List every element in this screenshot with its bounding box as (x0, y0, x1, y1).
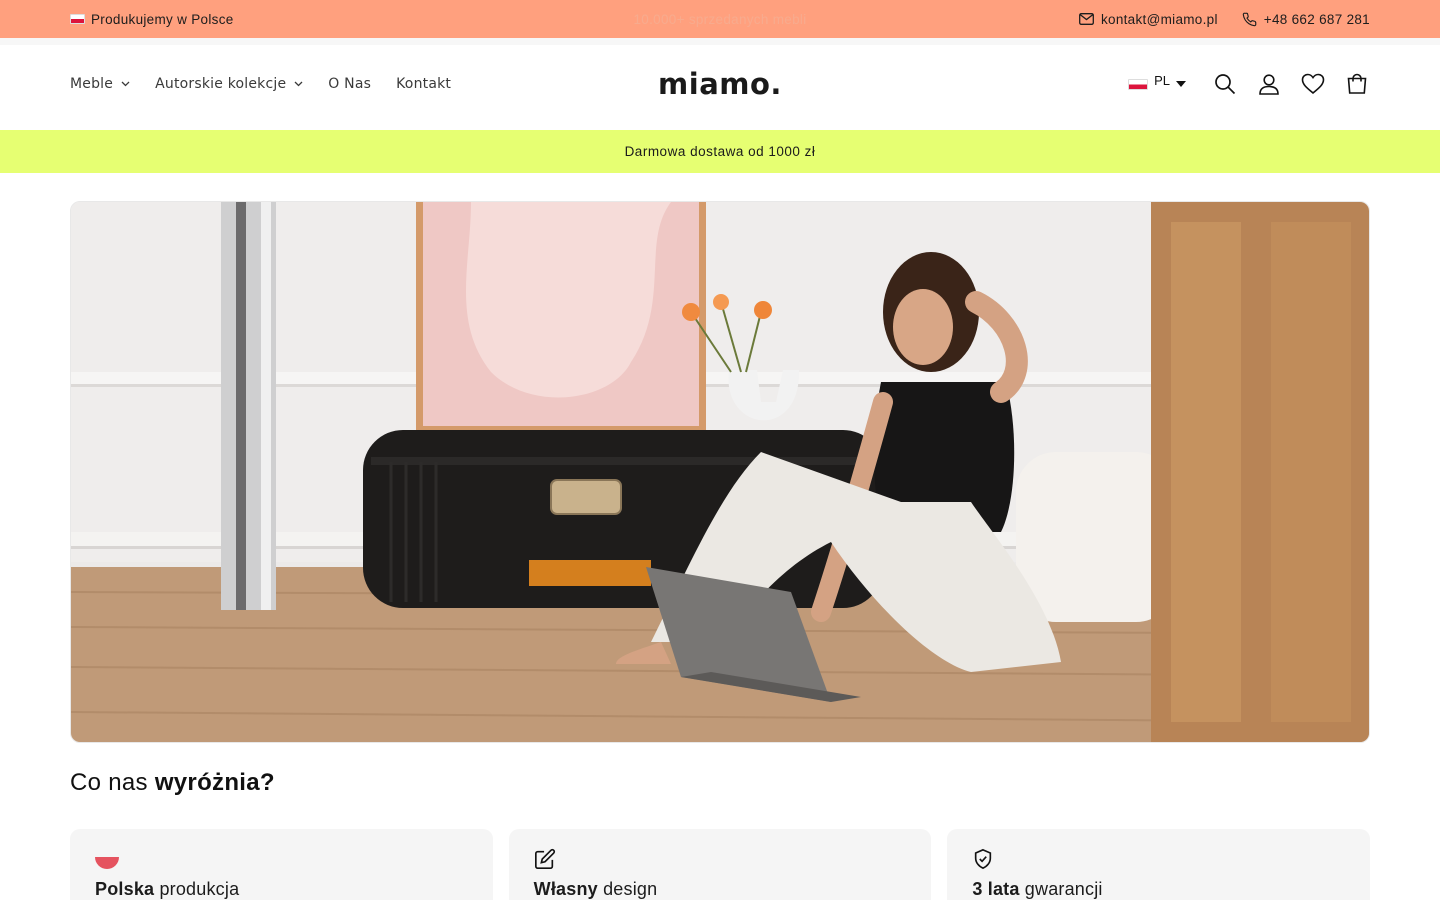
account-button[interactable] (1256, 71, 1282, 97)
phone-text: +48 662 687 281 (1263, 11, 1370, 27)
feature-title: Własny design (534, 879, 907, 900)
edit-icon (534, 848, 555, 869)
free-shipping-banner: Darmowa dostawa od 1000 zł (0, 130, 1440, 173)
email-link[interactable]: kontakt@miamo.pl (1079, 12, 1218, 27)
phone-link[interactable]: +48 662 687 281 (1242, 12, 1370, 27)
feature-title-bold: Polska (95, 879, 155, 899)
phone-icon (1242, 12, 1257, 26)
site-header: Meble Autorskie kolekcje O Nas Kontakt m… (0, 45, 1440, 130)
free-shipping-text: Darmowa dostawa od 1000 zł (624, 144, 816, 159)
feature-title-rest: design (603, 879, 658, 899)
features-list: Polska produkcja Własny design 3 lata gw… (70, 829, 1371, 900)
feature-card: Polska produkcja (70, 829, 493, 900)
sold-counter-text: 10.000+ sprzedanych mebli (633, 11, 807, 27)
cart-icon (1347, 73, 1367, 94)
feature-title-bold: 3 lata (972, 879, 1020, 899)
cart-button[interactable] (1344, 71, 1370, 97)
poland-flag-icon (95, 857, 119, 869)
feature-title-rest: gwarancji (1024, 879, 1103, 899)
language-code: PL (1154, 72, 1170, 88)
caret-down-icon (1176, 81, 1186, 87)
contact-info: kontakt@miamo.pl +48 662 687 281 (1079, 0, 1370, 38)
mail-icon (1079, 13, 1094, 25)
section-title-plain: Co nas (70, 769, 148, 796)
hero-photo (71, 202, 1369, 742)
poland-flag-icon (1128, 78, 1149, 90)
search-button[interactable] (1212, 71, 1238, 97)
divider (0, 38, 1440, 45)
feature-card: 3 lata gwarancji (947, 829, 1371, 900)
section-title-bold: wyróżnia? (154, 769, 275, 796)
header-actions: PL (1128, 45, 1370, 123)
feature-title: 3 lata gwarancji (972, 879, 1345, 900)
account-icon (1259, 74, 1279, 95)
wishlist-button[interactable] (1300, 71, 1326, 97)
feature-title-rest: produkcja (159, 879, 240, 899)
feature-title: Polska produkcja (95, 879, 468, 900)
search-icon (1215, 74, 1236, 95)
email-text: kontakt@miamo.pl (1100, 11, 1218, 27)
hero-image[interactable] (70, 201, 1370, 743)
wishlist-icon (1301, 73, 1325, 95)
feature-card: Własny design (508, 829, 932, 900)
announcement-bar: Produkujemy w Polsce 10.000+ sprzedanych… (0, 0, 1440, 38)
language-selector[interactable]: PL (1128, 73, 1186, 92)
section-title: Co nas wyróżnia? (70, 769, 275, 797)
feature-title-bold: Własny (533, 879, 598, 899)
shield-check-icon (975, 848, 992, 870)
